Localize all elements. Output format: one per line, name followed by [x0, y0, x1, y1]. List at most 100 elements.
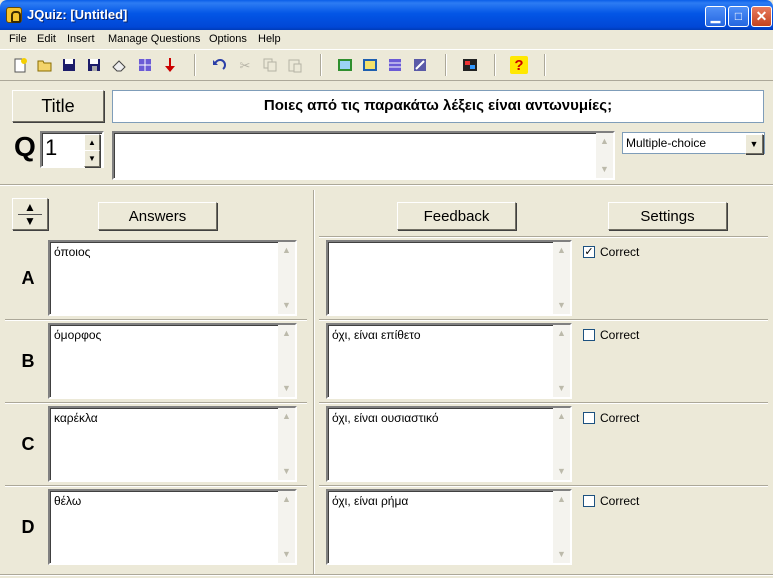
- close-button[interactable]: ✕: [751, 6, 772, 27]
- scrollbar[interactable]: ▲ ▼: [553, 408, 570, 480]
- maximize-button[interactable]: □: [728, 6, 749, 27]
- scrollbar[interactable]: ▲ ▼: [278, 242, 295, 314]
- eraser-icon[interactable]: [110, 56, 128, 74]
- export-web2-icon[interactable]: [361, 56, 379, 74]
- triangle-up-icon: ▲: [88, 138, 96, 147]
- menu-file[interactable]: File: [9, 33, 27, 45]
- scroll-up-icon[interactable]: ▲: [553, 491, 570, 508]
- dropdown-arrow-icon[interactable]: ▼: [745, 134, 763, 154]
- toolbar-separator: [194, 54, 196, 76]
- correct-label: Correct: [600, 411, 640, 425]
- quiz-title-field[interactable]: Ποιες από τις παρακάτω λέξεις είναι αντω…: [112, 90, 764, 123]
- scroll-up-icon[interactable]: ▲: [278, 408, 295, 425]
- scroll-down-icon[interactable]: ▼: [553, 463, 570, 480]
- cut-icon[interactable]: ✂: [236, 56, 254, 74]
- question-type-dropdown[interactable]: Multiple-choice ▼: [622, 132, 765, 154]
- feedback-field[interactable]: ▲ ▼: [326, 240, 572, 316]
- question-text-field[interactable]: ▲ ▼: [112, 131, 615, 180]
- scrollbar[interactable]: ▲ ▼: [278, 491, 295, 563]
- answer-field-text: όποιος: [54, 245, 91, 259]
- scroll-up-icon[interactable]: ▲: [278, 491, 295, 508]
- copy-icon[interactable]: [261, 56, 279, 74]
- question-label: Q: [14, 131, 36, 162]
- feedback-field[interactable]: όχι, είναι ρήμα ▲ ▼: [326, 489, 572, 565]
- correct-checkbox[interactable]: ✓: [583, 246, 595, 258]
- scroll-down-icon[interactable]: ▼: [553, 297, 570, 314]
- new-file-icon[interactable]: [11, 56, 29, 74]
- row-letter: C: [21, 434, 35, 454]
- scrollbar[interactable]: ▲ ▼: [278, 408, 295, 480]
- settings-button[interactable]: Settings: [608, 202, 727, 230]
- question-down-button[interactable]: ▼: [84, 150, 100, 167]
- insert-icon[interactable]: [161, 56, 179, 74]
- minimize-button[interactable]: ▁: [705, 6, 726, 27]
- undo-icon[interactable]: [210, 56, 228, 74]
- question-scrollbar[interactable]: ▲ ▼: [596, 133, 613, 178]
- export-drag-icon[interactable]: [411, 56, 429, 74]
- scroll-up-icon[interactable]: ▲: [596, 133, 613, 150]
- open-folder-icon[interactable]: [36, 56, 54, 74]
- title-button-label: Title: [41, 95, 75, 116]
- maximize-icon: □: [734, 9, 743, 23]
- scroll-down-icon[interactable]: ▼: [278, 546, 295, 563]
- web-page-icon[interactable]: [136, 56, 154, 74]
- answer-field[interactable]: θέλω ▲ ▼: [48, 489, 297, 565]
- scroll-up-icon[interactable]: ▲: [553, 242, 570, 259]
- divider: [5, 485, 307, 487]
- scroll-down-icon[interactable]: ▼: [278, 380, 295, 397]
- toolbar-separator: [320, 54, 322, 76]
- scroll-up-icon[interactable]: ▲: [553, 408, 570, 425]
- scrollbar[interactable]: ▲ ▼: [278, 325, 295, 397]
- sort-answers-button[interactable]: ▲ ▼: [12, 198, 48, 230]
- scrollbar[interactable]: ▲ ▼: [553, 242, 570, 314]
- scroll-down-icon[interactable]: ▼: [596, 161, 613, 178]
- divider: [5, 402, 307, 404]
- toolbar-separator: [494, 54, 496, 76]
- menu-manage-questions[interactable]: Manage Questions: [108, 33, 200, 45]
- correct-checkbox[interactable]: [583, 329, 595, 341]
- question-type-value: Multiple-choice: [626, 136, 707, 150]
- menu-help[interactable]: Help: [258, 33, 281, 45]
- menu-edit[interactable]: Edit: [37, 33, 56, 45]
- scroll-down-icon[interactable]: ▼: [553, 380, 570, 397]
- toolbar-separator: [544, 54, 546, 76]
- feedback-field[interactable]: όχι, είναι επίθετο ▲ ▼: [326, 323, 572, 399]
- question-number-spinner[interactable]: 1 ▲ ▼: [40, 131, 104, 168]
- export-print-icon[interactable]: [386, 56, 404, 74]
- row-letter: D: [21, 517, 35, 537]
- scrollbar[interactable]: ▲ ▼: [553, 325, 570, 397]
- export-web-icon[interactable]: [336, 56, 354, 74]
- correct-checkbox[interactable]: [583, 495, 595, 507]
- answer-field-text: όμορφος: [54, 328, 102, 342]
- scroll-up-icon[interactable]: ▲: [278, 325, 295, 342]
- feedback-label: Feedback: [423, 207, 490, 225]
- title-button[interactable]: Title: [12, 90, 104, 122]
- correct-label: Correct: [600, 245, 640, 259]
- scroll-down-icon[interactable]: ▼: [278, 297, 295, 314]
- answer-field[interactable]: όμορφος ▲ ▼: [48, 323, 297, 399]
- correct-checkbox[interactable]: [583, 412, 595, 424]
- scroll-up-icon[interactable]: ▲: [278, 242, 295, 259]
- feedback-button[interactable]: Feedback: [397, 202, 516, 230]
- scrollbar[interactable]: ▲ ▼: [553, 491, 570, 563]
- triangle-up-icon: ▲: [24, 199, 36, 214]
- paste-icon[interactable]: [286, 56, 304, 74]
- save-as-icon[interactable]: [85, 56, 103, 74]
- scroll-up-icon[interactable]: ▲: [553, 325, 570, 342]
- answer-field[interactable]: καρέκλα ▲ ▼: [48, 406, 297, 482]
- save-icon[interactable]: [60, 56, 78, 74]
- close-icon: ✕: [755, 8, 768, 24]
- jquiz-app-icon[interactable]: [6, 7, 22, 23]
- answer-field[interactable]: όποιος ▲ ▼: [48, 240, 297, 316]
- menu-insert[interactable]: Insert: [67, 33, 95, 45]
- feedback-field[interactable]: όχι, είναι ουσιαστικό ▲ ▼: [326, 406, 572, 482]
- config-icon[interactable]: [461, 56, 479, 74]
- help-icon[interactable]: ?: [510, 56, 528, 74]
- question-number[interactable]: 1: [45, 135, 57, 161]
- question-up-button[interactable]: ▲: [84, 134, 100, 151]
- scroll-down-icon[interactable]: ▼: [553, 546, 570, 563]
- scroll-down-icon[interactable]: ▼: [278, 463, 295, 480]
- answers-button[interactable]: Answers: [98, 202, 217, 230]
- menu-options[interactable]: Options: [209, 33, 247, 45]
- feedback-field-text: όχι, είναι ουσιαστικό: [332, 411, 439, 425]
